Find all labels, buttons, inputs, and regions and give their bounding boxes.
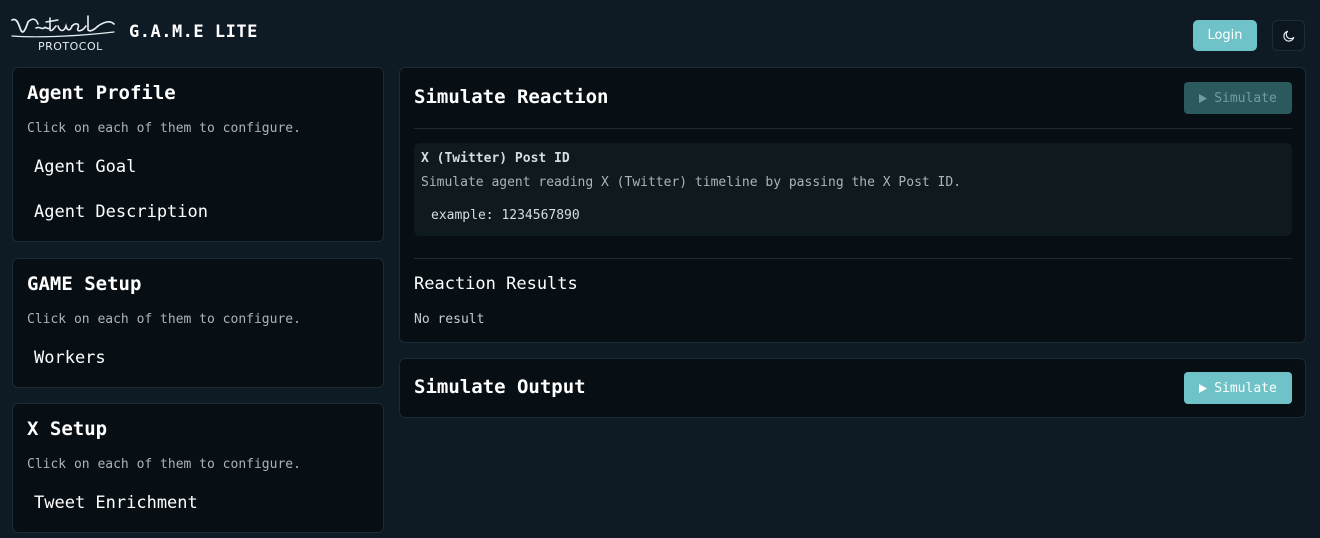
simulate-output-button-label: Simulate [1214, 380, 1277, 396]
post-id-input-group: X (Twitter) Post ID Simulate agent readi… [414, 143, 1292, 236]
logo-script-icon [11, 15, 115, 38]
x-setup-card: X Setup Click on each of them to configu… [12, 403, 384, 533]
tweet-enrichment-item[interactable]: Tweet Enrichment [34, 493, 198, 513]
moon-icon [1282, 30, 1294, 42]
workers-item[interactable]: Workers [34, 348, 106, 368]
play-icon [1199, 383, 1208, 393]
agent-goal-item[interactable]: Agent Goal [34, 157, 136, 177]
agent-profile-hint: Click on each of them to configure. [27, 121, 301, 136]
login-button[interactable]: Login [1193, 20, 1257, 51]
simulate-reaction-panel: Simulate Reaction Simulate X (Twitter) P… [399, 67, 1306, 343]
post-id-label: X (Twitter) Post ID [421, 151, 570, 166]
agent-description-item[interactable]: Agent Description [34, 202, 208, 222]
simulate-reaction-button[interactable]: Simulate [1184, 82, 1292, 114]
game-setup-hint: Click on each of them to configure. [27, 312, 301, 327]
agent-profile-card: Agent Profile Click on each of them to c… [12, 67, 384, 242]
post-id-description: Simulate agent reading X (Twitter) timel… [421, 175, 962, 190]
top-bar: PROTOCOL G.A.M.E LITE Login [0, 0, 1320, 68]
simulate-reaction-divider [414, 128, 1292, 129]
simulate-output-button[interactable]: Simulate [1184, 372, 1292, 404]
simulate-reaction-title: Simulate Reaction [414, 86, 609, 108]
results-divider [414, 258, 1292, 259]
reaction-results-text: No result [414, 312, 485, 327]
post-id-input[interactable] [421, 203, 1291, 227]
agent-profile-title: Agent Profile [27, 82, 176, 104]
x-setup-hint: Click on each of them to configure. [27, 457, 301, 472]
simulate-output-title: Simulate Output [414, 376, 586, 398]
x-setup-title: X Setup [27, 418, 108, 440]
reaction-results-title: Reaction Results [414, 274, 578, 294]
logo-subtitle: PROTOCOL [38, 40, 103, 53]
simulate-reaction-button-label: Simulate [1214, 90, 1277, 106]
play-icon [1199, 93, 1208, 103]
game-setup-card: GAME Setup Click on each of them to conf… [12, 258, 384, 388]
virtuals-protocol-logo[interactable]: PROTOCOL [10, 14, 116, 56]
simulate-output-panel: Simulate Output Simulate [399, 358, 1306, 418]
app-title: G.A.M.E LITE [129, 22, 258, 42]
theme-toggle-button[interactable] [1272, 20, 1305, 51]
game-setup-title: GAME Setup [27, 273, 142, 295]
